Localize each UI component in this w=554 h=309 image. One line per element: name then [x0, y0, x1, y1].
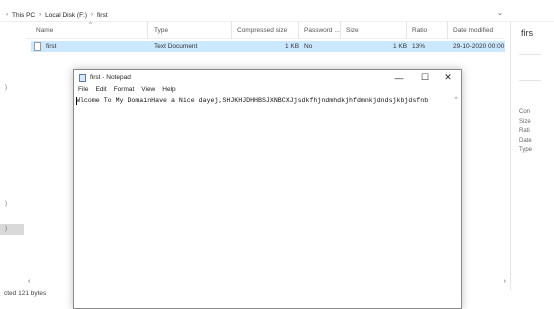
breadcrumb-chevron-icon: › — [6, 12, 8, 18]
maximize-button[interactable]: ☐ — [413, 70, 437, 85]
menu-help[interactable]: Help — [162, 86, 175, 96]
file-date-modified: 29-10-2020 00:00 — [453, 43, 505, 50]
breadcrumb-chevron-icon: › — [91, 12, 94, 18]
details-meta-date: Date — [519, 137, 532, 144]
notepad-app-icon — [79, 74, 86, 82]
menu-edit[interactable]: Edit — [95, 86, 106, 96]
notepad-content[interactable]: Wlcome To My DomainHave a Nice dayej,SHJ… — [76, 97, 452, 107]
column-divider[interactable] — [231, 22, 232, 39]
file-ratio: 13% — [412, 43, 426, 50]
nav-expand-icon[interactable]: ) — [5, 85, 7, 91]
nav-selected-item[interactable] — [0, 224, 24, 235]
menu-file[interactable]: File — [78, 86, 88, 96]
breadcrumb-this-pc[interactable]: This PC — [12, 12, 35, 19]
column-divider[interactable] — [340, 22, 341, 39]
file-row[interactable]: first Text Document 1 KB No 1 KB 13% 29-… — [31, 41, 505, 52]
breadcrumb-chevron-icon: › — [39, 12, 42, 18]
notepad-window: first - Notepad — ☐ ✕ File Edit Format V… — [73, 69, 462, 309]
breadcrumb: › This PC › Local Disk (F:) › first — [6, 9, 108, 21]
column-divider[interactable] — [147, 22, 148, 39]
notepad-titlebar[interactable]: first - Notepad — ☐ ✕ — [74, 70, 461, 85]
details-meta-size: Size — [519, 118, 531, 125]
file-password: No — [304, 43, 313, 50]
notepad-text-area[interactable]: Wlcome To My DomainHave a Nice dayej,SHJ… — [74, 97, 461, 309]
column-header-size[interactable]: Size — [346, 27, 359, 34]
nav-expand-icon[interactable]: ) — [5, 201, 7, 207]
column-header-name[interactable]: Name — [36, 27, 53, 34]
scroll-left-icon[interactable]: ‹ — [28, 278, 30, 285]
scroll-up-icon[interactable]: ^ — [452, 97, 460, 103]
sort-ascending-icon: ^ — [89, 22, 92, 28]
menu-view[interactable]: View — [141, 86, 155, 96]
details-meta: Con Size Rati Date Type — [519, 108, 532, 156]
vertical-scrollbar[interactable]: ^ — [452, 97, 460, 309]
details-meta-type: Type — [519, 147, 533, 153]
column-header-ratio[interactable]: Ratio — [412, 27, 427, 34]
scroll-right-icon[interactable]: › — [504, 278, 506, 285]
column-header-compressed-size[interactable]: Compressed size — [237, 27, 287, 34]
column-header-type[interactable]: Type — [154, 27, 168, 34]
details-title: firs — [521, 28, 533, 38]
notepad-title: first - Notepad — [90, 74, 131, 81]
column-divider[interactable] — [447, 22, 448, 39]
details-meta-ratio: Rati — [519, 128, 530, 134]
column-headers: ^ Name Type Compressed size Password ...… — [26, 22, 504, 39]
nav-expand-icon[interactable]: ) — [5, 226, 7, 232]
details-divider — [519, 80, 541, 81]
file-compressed-size: 1 KB — [285, 43, 300, 50]
details-pane: firs Con Size Rati Date Type — [510, 22, 554, 290]
text-file-icon — [34, 42, 41, 51]
notepad-menubar: File Edit Format View Help — [74, 86, 461, 96]
details-divider — [519, 54, 541, 55]
file-size: 1 KB — [393, 43, 408, 50]
breadcrumb-first[interactable]: first — [97, 12, 107, 19]
breadcrumb-local-disk[interactable]: Local Disk (F:) — [45, 12, 87, 19]
column-header-password[interactable]: Password ... — [304, 27, 340, 34]
column-header-date-modified[interactable]: Date modified — [453, 27, 493, 34]
details-meta-compressed: Con — [519, 109, 531, 115]
text-caret — [76, 97, 77, 105]
file-name: first — [46, 43, 57, 50]
address-dropdown-icon[interactable]: ⌄ — [497, 9, 503, 17]
column-divider[interactable] — [406, 22, 407, 39]
file-type: Text Document — [154, 43, 198, 50]
close-button[interactable]: ✕ — [436, 70, 460, 85]
column-divider[interactable] — [298, 22, 299, 39]
menu-format[interactable]: Format — [114, 86, 135, 96]
status-bar: cted 121 bytes — [4, 290, 47, 297]
minimize-button[interactable]: — — [387, 70, 411, 85]
